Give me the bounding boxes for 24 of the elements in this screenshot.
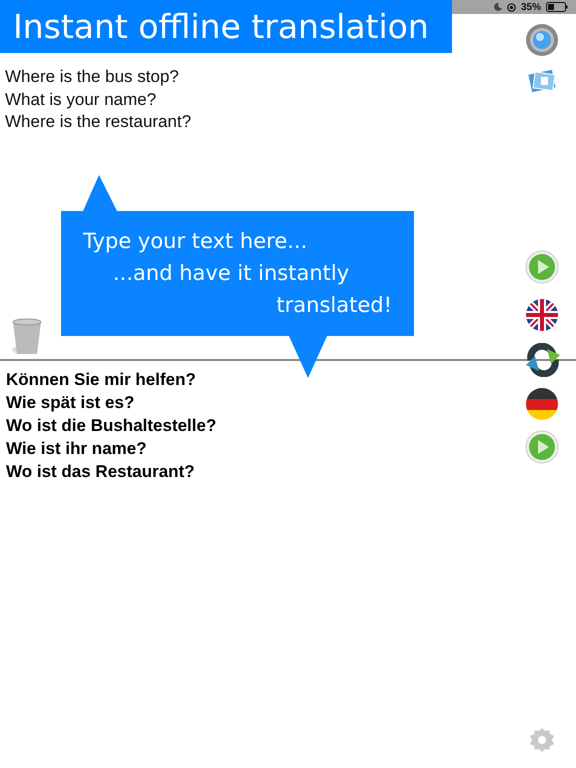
swap-arrows-icon[interactable] [525,343,561,377]
source-text-line: What is your name? [5,88,156,110]
source-text-line: Where is the bus stop? [5,66,179,88]
play-icon[interactable] [525,430,559,464]
translated-text-line: Wo ist das Restaurant? [6,461,195,483]
rotation-lock-icon [506,2,516,12]
uk-flag-icon[interactable] [525,298,559,332]
play-icon[interactable] [525,250,559,284]
translated-text-line: Wie ist ihr name? [6,438,147,460]
title-banner: Instant offline translation [0,0,452,53]
translated-text-line: Wo ist die Bushaltestelle? [6,415,216,437]
translated-text-line: Können Sie mir helfen? [6,369,196,391]
translated-text-line: Wie spät ist es? [6,392,134,414]
record-button-icon[interactable] [525,23,559,57]
german-flag-icon[interactable] [525,387,559,421]
callout-text: ...and have it instantly [113,260,350,287]
battery-icon [546,2,568,12]
settings-icon[interactable] [528,726,556,754]
moon-icon [494,3,502,11]
callout-text: translated! [276,292,392,319]
battery-percentage: 35% [520,2,541,12]
trash-icon[interactable] [10,316,44,356]
callout-text: Type your text here... [83,228,308,255]
source-text-line: Where is the restaurant? [5,111,192,133]
